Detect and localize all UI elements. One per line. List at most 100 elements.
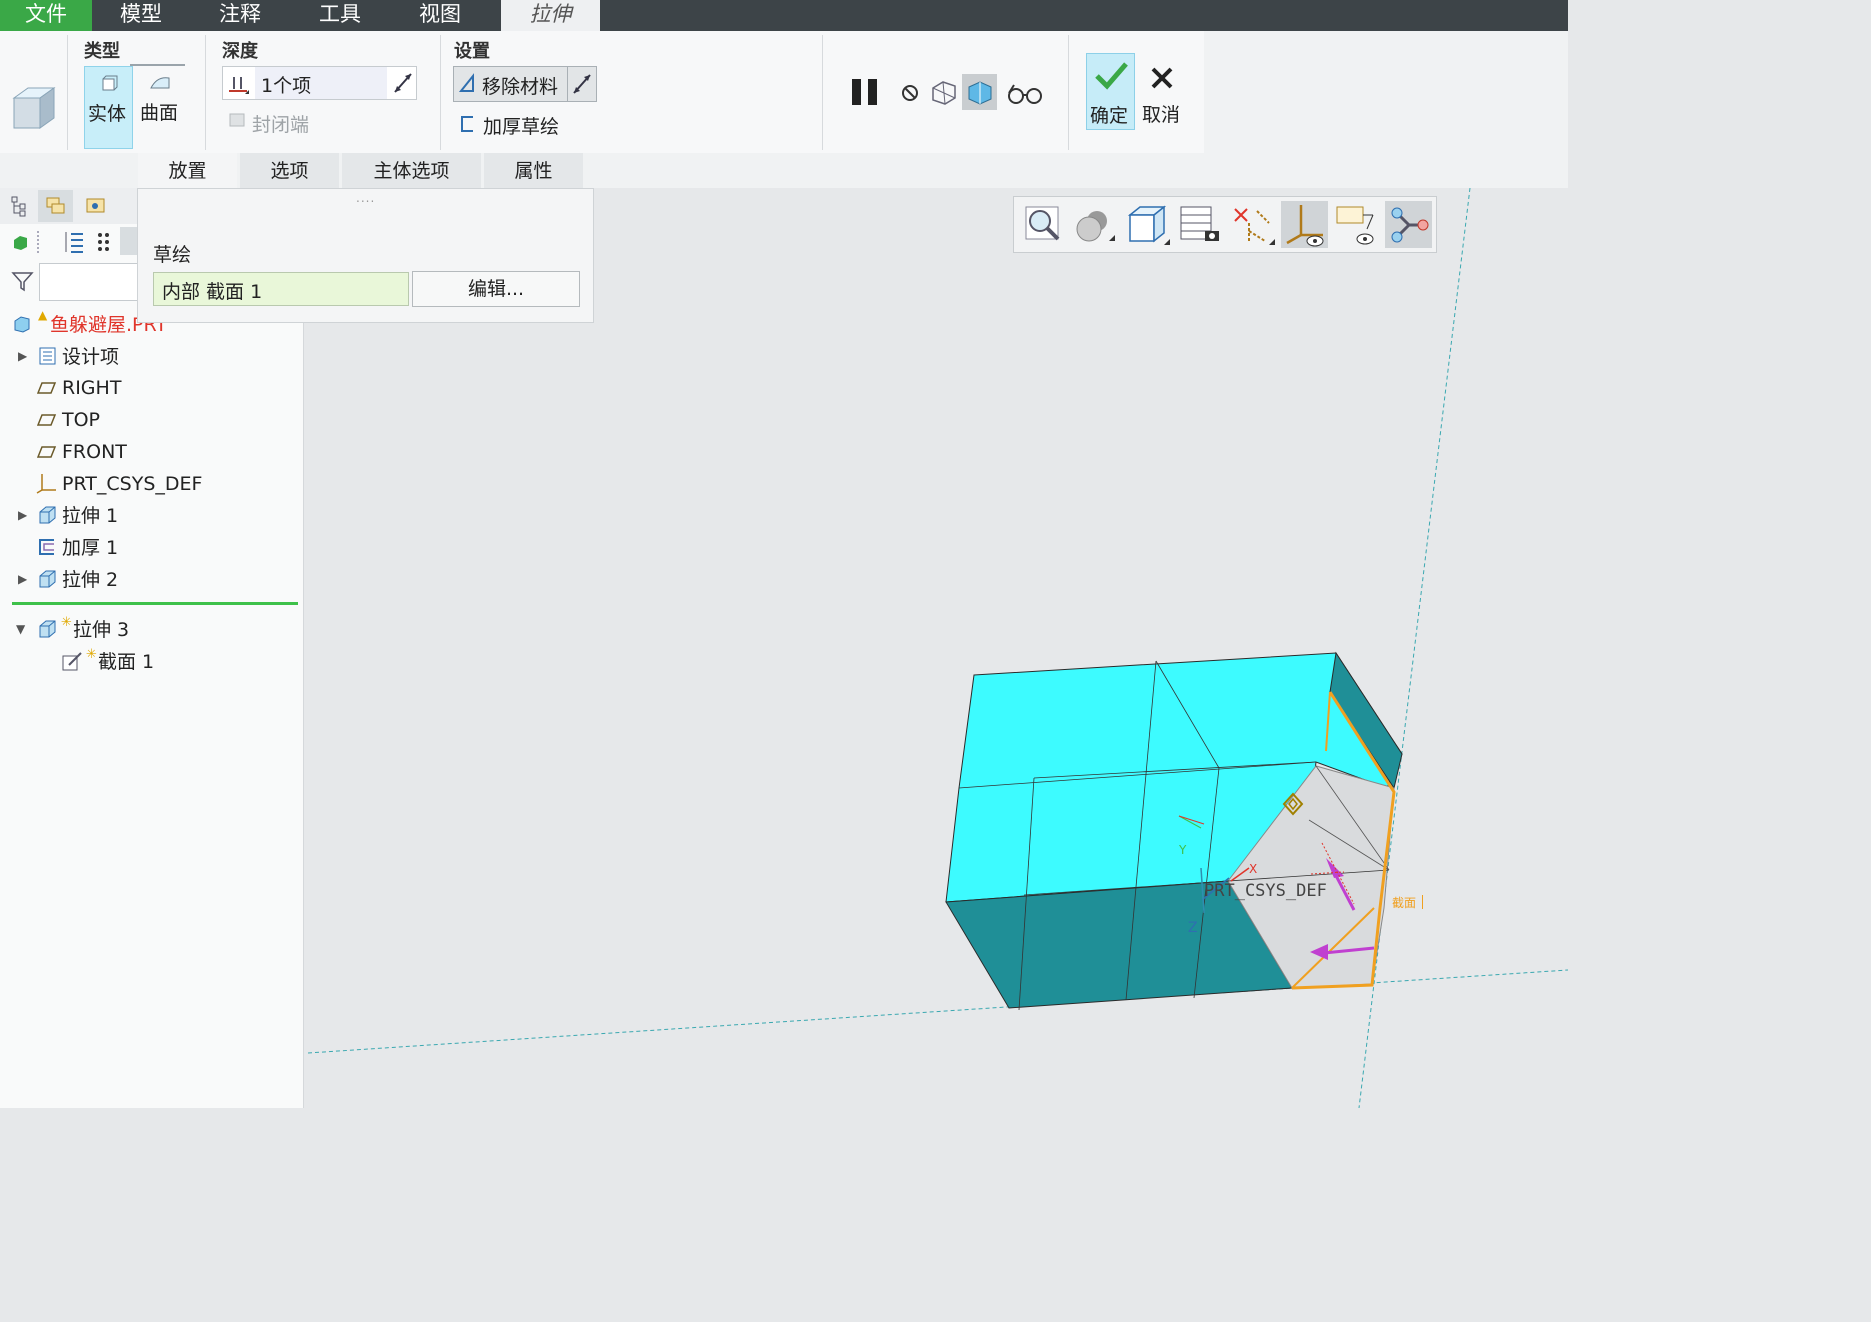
menu-tab-tools[interactable]: 工具 [290, 0, 390, 31]
menu-tab-view[interactable]: 视图 [390, 0, 490, 31]
checkmark-icon [1093, 60, 1129, 94]
remove-material-button[interactable]: 移除材料 [453, 66, 597, 102]
menu-tab-file[interactable]: 文件 [0, 0, 92, 31]
settings-group-title: 设置 [454, 41, 490, 62]
feature-preview-button[interactable] [962, 74, 997, 110]
feature-preview-icon [966, 79, 994, 109]
datum-plane-icon [36, 380, 57, 399]
tab-placement[interactable]: 放置 [138, 153, 237, 188]
extrude-icon [37, 505, 57, 529]
tree-item-prt-csys-def[interactable]: PRT_CSYS_DEF [62, 469, 202, 499]
view-manager-icon[interactable] [1177, 201, 1224, 248]
tree-item-design-items[interactable]: 设计项 [62, 342, 119, 372]
menu-tab-model[interactable]: 模型 [92, 0, 190, 31]
thicken-sketch-checkbox[interactable] [458, 114, 478, 138]
new-feature-star-icon: ✳ [86, 647, 97, 662]
expand-arrow-icon[interactable]: ▶ [18, 508, 27, 522]
tree-item-section-1[interactable]: 截面 1 [98, 647, 154, 677]
show-columns-button[interactable] [120, 227, 137, 255]
depth-value: 1个项 [261, 75, 312, 97]
ribbon-empty-area [1204, 31, 1568, 188]
expand-arrow-icon[interactable]: ▶ [18, 349, 27, 363]
favorites-tab-icon[interactable] [85, 195, 107, 219]
flip-material-side-icon[interactable] [570, 71, 594, 101]
axis-z-label: Z [1188, 920, 1198, 936]
close-icon [1149, 65, 1177, 97]
extrude-feature-icon [8, 84, 58, 132]
design-items-icon [38, 346, 58, 370]
tab-options[interactable]: 选项 [240, 153, 339, 188]
cancel-button[interactable]: 取消 [1139, 53, 1188, 130]
zoom-icon[interactable] [1020, 201, 1067, 248]
saved-views-icon[interactable] [1124, 201, 1171, 248]
csys-display-toggle[interactable] [1281, 201, 1328, 248]
pause-icon[interactable] [850, 77, 882, 111]
geometry-preview-icon[interactable] [929, 78, 959, 110]
tree-settings-icon[interactable] [63, 230, 87, 258]
solid-button[interactable]: 实体 [84, 66, 133, 149]
model-tree-tab-icon[interactable] [10, 195, 30, 221]
thicken-sketch-label: 加厚草绘 [483, 116, 560, 138]
tree-search-input[interactable] [39, 263, 137, 301]
ribbon-separator [205, 35, 206, 150]
datum-plane-icon [36, 444, 57, 463]
solid-label: 实体 [88, 103, 127, 125]
tree-item-extrude-1[interactable]: 拉伸 1 [62, 501, 118, 531]
depth-value-field[interactable]: 1个项 [255, 67, 387, 99]
ribbon-separator [440, 35, 441, 150]
menu-tab-extrude[interactable]: 拉伸 [501, 0, 600, 31]
depth-combo[interactable]: 1个项 [222, 66, 417, 100]
solid-icon [100, 75, 118, 97]
tab-properties[interactable]: 属性 [484, 153, 583, 188]
panel-resize-grip[interactable]: .... [356, 191, 375, 205]
ribbon-separator [1068, 35, 1069, 150]
insert-here-indicator[interactable] [12, 602, 298, 605]
surface-label: 曲面 [140, 102, 179, 124]
new-feature-star-icon: ✳ [61, 615, 72, 630]
layers-icon [45, 195, 67, 221]
layers-tab[interactable] [38, 190, 73, 222]
surface-button[interactable]: 曲面 [137, 66, 185, 149]
expand-arrow-icon[interactable]: ▶ [18, 572, 27, 586]
sketch-collector[interactable]: 内部 截面 1 [153, 272, 409, 306]
display-style-icon[interactable] [1071, 201, 1118, 248]
ok-label: 确定 [1090, 105, 1129, 127]
tree-item-extrude-3[interactable]: 拉伸 3 [73, 615, 129, 645]
depth-option-icon[interactable] [226, 72, 252, 100]
sketch-collector-value: 内部 截面 1 [162, 281, 263, 303]
placement-panel: .... 草绘 内部 截面 1 编辑... [137, 188, 594, 323]
tree-item-front[interactable]: FRONT [62, 437, 127, 467]
tab-body-options[interactable]: 主体选项 [342, 153, 481, 188]
edit-sketch-button[interactable]: 编辑... [412, 271, 580, 307]
tree-item-right[interactable]: RIGHT [62, 373, 121, 403]
datum-display-icon[interactable] [1229, 201, 1276, 248]
tree-item-top[interactable]: TOP [62, 405, 100, 435]
tree-item-extrude-2[interactable]: 拉伸 2 [62, 565, 118, 595]
annotation-display-icon[interactable] [1333, 201, 1380, 248]
csys-label: PRT_CSYS_DEF [1204, 881, 1327, 901]
no-preview-icon[interactable] [899, 82, 921, 108]
toolbar-divider [37, 231, 41, 253]
closed-ends-checkbox[interactable] [228, 111, 248, 133]
ribbon-separator [822, 35, 823, 150]
surface-icon [149, 74, 171, 96]
coordinate-system-icon [36, 472, 58, 498]
tree-item-thicken-1[interactable]: 加厚 1 [62, 533, 118, 563]
sketch-icon [61, 651, 83, 677]
extrude-icon [37, 569, 57, 593]
ribbon-separator [67, 35, 68, 150]
view-toolbar [1013, 196, 1437, 253]
filter-icon[interactable] [11, 270, 35, 296]
verify-mode-icon[interactable] [1006, 83, 1044, 109]
section-label: 截面 [1392, 896, 1417, 910]
collapse-arrow-icon[interactable]: ▼ [16, 622, 25, 636]
remove-material-label: 移除材料 [482, 76, 559, 98]
cancel-label: 取消 [1142, 104, 1181, 126]
menu-tab-annotate[interactable]: 注释 [190, 0, 290, 31]
flip-depth-icon[interactable] [391, 70, 415, 100]
tree-filter-icon[interactable] [95, 230, 113, 258]
ok-button[interactable]: 确定 [1086, 53, 1135, 130]
spin-center-icon[interactable] [1385, 201, 1432, 248]
graphics-viewport[interactable]: PRT_CSYS_DEF X Y Z 截面 [304, 188, 1568, 1108]
show-features-icon[interactable] [12, 234, 30, 256]
